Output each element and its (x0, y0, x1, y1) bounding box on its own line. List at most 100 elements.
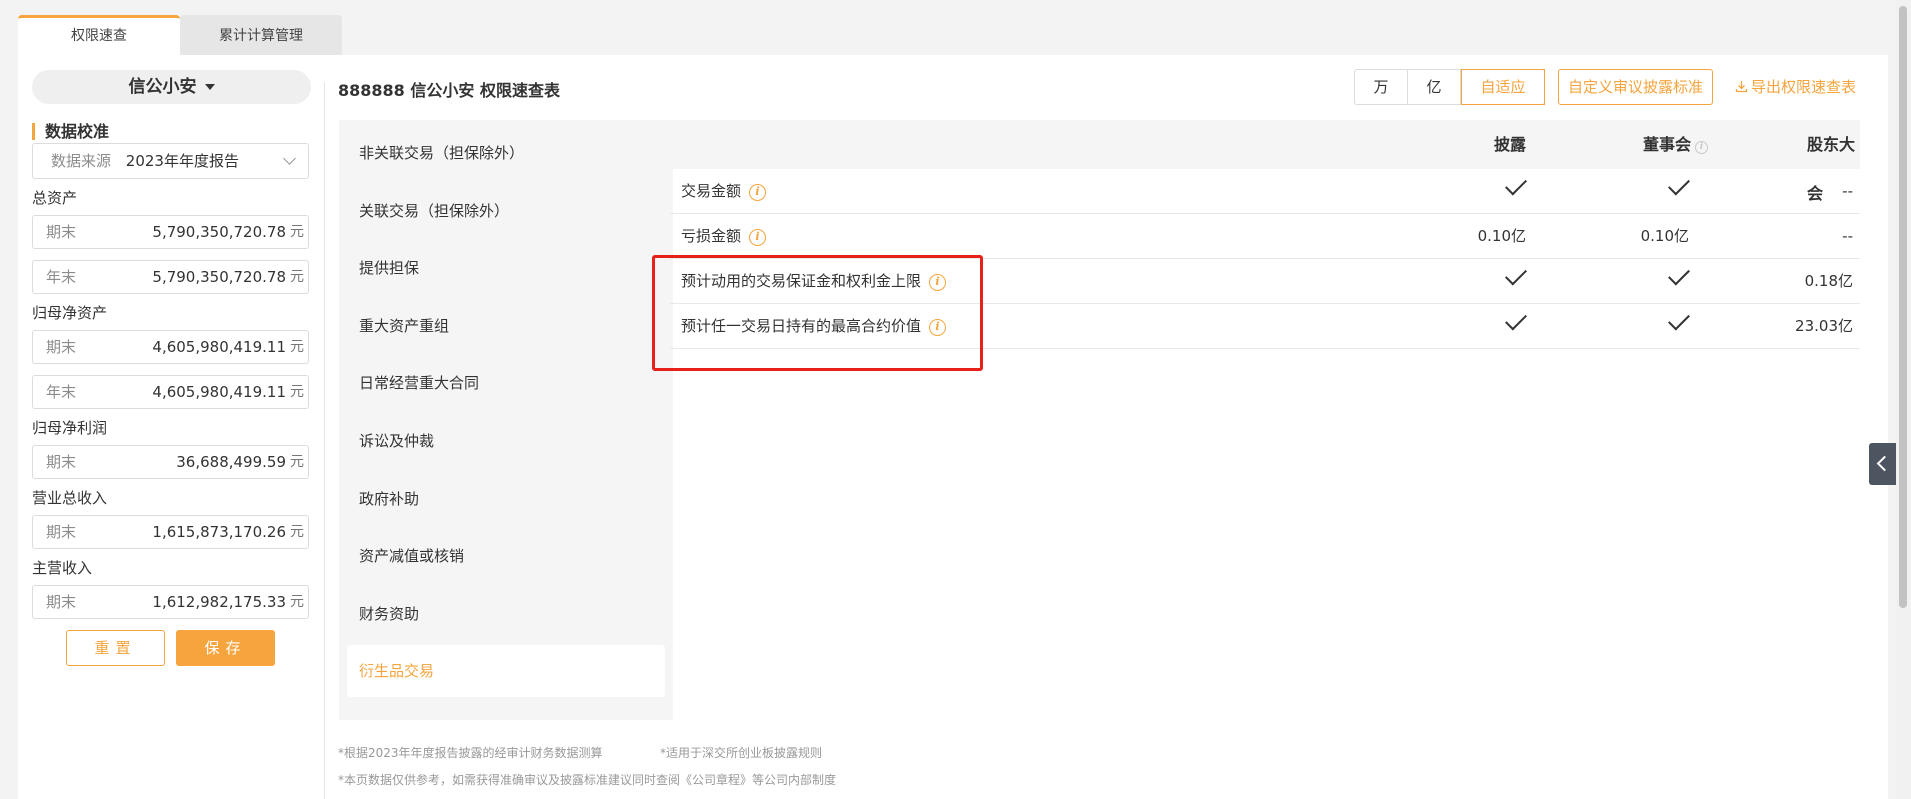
metric-input[interactable]: 期末 4,605,980,419.11 元 (32, 330, 309, 364)
check-icon (1505, 263, 1527, 286)
data-source-select[interactable]: 数据来源 2023年年度报告 (32, 143, 309, 179)
row-name-text: 交易金额 (681, 182, 742, 200)
unit-yi-button[interactable]: 亿 (1408, 70, 1461, 104)
cell-board (1668, 169, 1690, 214)
category-item[interactable]: 提供担保 (339, 240, 673, 297)
category-item[interactable]: 政府补助 (339, 471, 673, 528)
cell-disclose (1505, 259, 1527, 304)
cell-shareholders: 23.03亿 (1795, 317, 1853, 335)
metric-field-name: 期末 (46, 223, 77, 241)
table-header: 披露 董事会 i 股东大会 (670, 120, 1860, 203)
metric-field-unit: 元 (290, 384, 304, 400)
action-buttons: 重置 保存 (32, 630, 329, 666)
cell-board (1668, 259, 1690, 304)
metric-field-value: 4,605,980,419.11 (152, 383, 286, 401)
table-row: 亏损金额 i 0.10亿 0.10亿 -- (670, 214, 1860, 259)
metric-input[interactable]: 年末 5,790,350,720.78 元 (32, 260, 309, 294)
cell-disclose (1505, 169, 1527, 214)
info-icon[interactable]: i (749, 184, 767, 201)
metric-field-value: 1,612,982,175.33 (152, 593, 286, 611)
footnote-1a: *根据2023年年度报告披露的经审计财务数据测算 (338, 746, 603, 760)
column-board-label: 董事会 (1643, 135, 1692, 154)
check-icon (1668, 308, 1690, 331)
category-item[interactable]: 非关联交易（担保除外） (339, 125, 673, 182)
footnote-2: *本页数据仅供参考，如需获得准确审议及披露标准建议同时查阅《公司章程》等公司内部… (338, 773, 837, 787)
check-icon (1505, 308, 1527, 331)
cell-board (1668, 304, 1690, 349)
metric-field-unit: 元 (290, 594, 304, 610)
metric-input[interactable]: 年末 4,605,980,419.11 元 (32, 375, 309, 409)
metric-field-value: 5,790,350,720.78 (152, 268, 286, 286)
category-item[interactable]: 财务资助 (339, 586, 673, 643)
company-name: 信公小安 (128, 77, 197, 97)
footnote-1b: *适用于深交所创业板披露规则 (660, 746, 823, 760)
info-icon[interactable]: i (1695, 141, 1709, 154)
unit-toggle-group: 万 亿 自适应 (1354, 69, 1545, 105)
row-name: 交易金额 i (681, 169, 767, 214)
metric-field-value: 1,615,873,170.26 (152, 523, 286, 541)
left-panel: 信公小安 数据校准 数据来源 2023年年度报告 总资产 期末 5,790,35… (32, 70, 329, 666)
metric-field-value: 36,688,499.59 (176, 453, 286, 471)
export-link[interactable]: 导出权限速查表 (1735, 69, 1856, 105)
metric-field-unit: 元 (290, 224, 304, 240)
tab-quick-lookup[interactable]: 权限速查 (18, 15, 180, 55)
category-item[interactable]: 诉讼及仲裁 (339, 413, 673, 470)
scrollbar-thumb[interactable] (1899, 6, 1907, 608)
metric-field-name: 期末 (46, 338, 77, 356)
cell-disclose: 0.10亿 (1477, 227, 1526, 245)
metric-field-unit: 元 (290, 454, 304, 470)
category-item[interactable]: 关联交易（担保除外） (339, 183, 673, 240)
cell-shareholders: 0.18亿 (1804, 272, 1853, 290)
company-selector[interactable]: 信公小安 (32, 70, 311, 104)
metric-label: 归母净资产 (32, 304, 108, 322)
tab-cumulative-management[interactable]: 累计计算管理 (180, 15, 342, 55)
unit-wan-button[interactable]: 万 (1355, 70, 1408, 104)
cell-disclose (1505, 304, 1527, 349)
metric-field-name: 年末 (46, 383, 77, 401)
category-item[interactable]: 资产减值或核销 (339, 528, 673, 585)
metric-input[interactable]: 期末 36,688,499.59 元 (32, 445, 309, 479)
highlight-annotation-box (652, 255, 983, 371)
collapse-panel-button[interactable] (1869, 443, 1896, 485)
metric-field-name: 年末 (46, 268, 77, 286)
cell-shareholders: -- (1842, 227, 1853, 245)
category-item[interactable]: 衍生品交易 (347, 645, 665, 698)
metric-label: 主营收入 (32, 559, 93, 577)
info-icon[interactable]: i (749, 229, 767, 246)
vertical-divider (324, 82, 325, 799)
metrics-list: 总资产 期末 5,790,350,720.78 元 年末 5,790,350,7… (32, 188, 329, 619)
metric-label: 营业总收入 (32, 489, 108, 507)
unit-adaptive-button[interactable]: 自适应 (1461, 69, 1545, 105)
top-tabs: 权限速查 累计计算管理 (18, 15, 342, 55)
table-row: 交易金额 i -- (670, 169, 1860, 214)
metric-field-value: 4,605,980,419.11 (152, 338, 286, 356)
metric-field-value: 5,790,350,720.78 (152, 223, 286, 241)
check-icon (1668, 263, 1690, 286)
metric-field-name: 期末 (46, 453, 77, 471)
cell-shareholders: -- (1842, 182, 1853, 200)
metric-field-name: 期末 (46, 593, 77, 611)
column-board: 董事会 i (1643, 120, 1709, 169)
check-icon (1668, 173, 1690, 196)
metric-input[interactable]: 期末 5,790,350,720.78 元 (32, 215, 309, 249)
calibration-title: 数据校准 (32, 123, 329, 140)
save-button[interactable]: 保存 (176, 630, 275, 666)
custom-standard-button[interactable]: 自定义审议披露标准 (1558, 69, 1713, 105)
category-list: 非关联交易（担保除外） 关联交易（担保除外） 提供担保 重大资产重组 日常经营重大合同诉… (339, 120, 673, 720)
metric-label: 总资产 (32, 189, 78, 207)
column-disclose: 披露 (1494, 135, 1527, 154)
category-item[interactable]: 日常经营重大合同 (339, 355, 673, 412)
export-label: 导出权限速查表 (1751, 78, 1857, 96)
check-icon (1505, 173, 1527, 196)
download-icon (1735, 81, 1748, 93)
row-name-text: 亏损金额 (681, 227, 742, 245)
caret-down-icon (204, 84, 215, 90)
metric-field-unit: 元 (290, 269, 304, 285)
metric-field-unit: 元 (290, 339, 304, 355)
reset-button[interactable]: 重置 (66, 630, 165, 666)
category-item[interactable]: 重大资产重组 (339, 298, 673, 355)
cell-board: 0.10亿 (1640, 227, 1689, 245)
metric-input[interactable]: 期末 1,612,982,175.33 元 (32, 585, 309, 619)
chevron-down-icon (283, 152, 296, 165)
metric-input[interactable]: 期末 1,615,873,170.26 元 (32, 515, 309, 549)
